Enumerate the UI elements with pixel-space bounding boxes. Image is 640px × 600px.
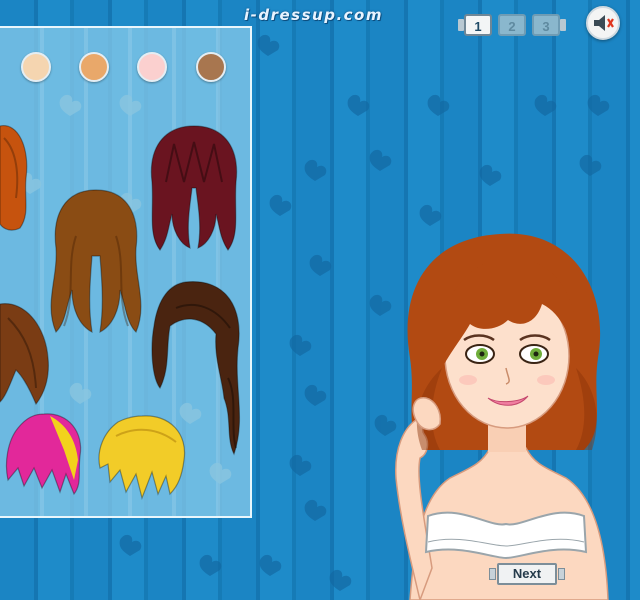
next-clip-left <box>489 568 496 580</box>
speaker-mute-icon <box>594 15 614 31</box>
sound-toggle-button[interactable] <box>586 6 620 40</box>
page-3-button[interactable]: 3 <box>532 14 560 36</box>
hairstyle-option[interactable] <box>4 410 86 496</box>
skin-tone-swatch[interactable] <box>21 52 51 82</box>
doll-model <box>395 233 609 600</box>
page-1-button[interactable]: 1 <box>464 14 492 36</box>
next-button-label: Next <box>497 563 557 585</box>
pager-clip-right <box>560 19 566 31</box>
hairstyle-option[interactable] <box>0 298 54 408</box>
page-selector: 1 2 3 <box>458 14 568 38</box>
skin-tone-swatch[interactable] <box>137 52 167 82</box>
next-button[interactable]: Next <box>489 563 565 585</box>
skin-tone-swatch[interactable] <box>196 52 226 82</box>
hairstyle-option[interactable] <box>144 122 244 254</box>
skin-tone-swatch[interactable] <box>79 52 109 82</box>
hairstyle-option[interactable] <box>96 412 192 502</box>
site-logo[interactable]: i-dressup.com <box>244 6 419 26</box>
next-clip-right <box>558 568 565 580</box>
hairstyle-option[interactable] <box>36 186 156 338</box>
page-2-button[interactable]: 2 <box>498 14 526 36</box>
hairstyle-option[interactable] <box>0 118 32 234</box>
